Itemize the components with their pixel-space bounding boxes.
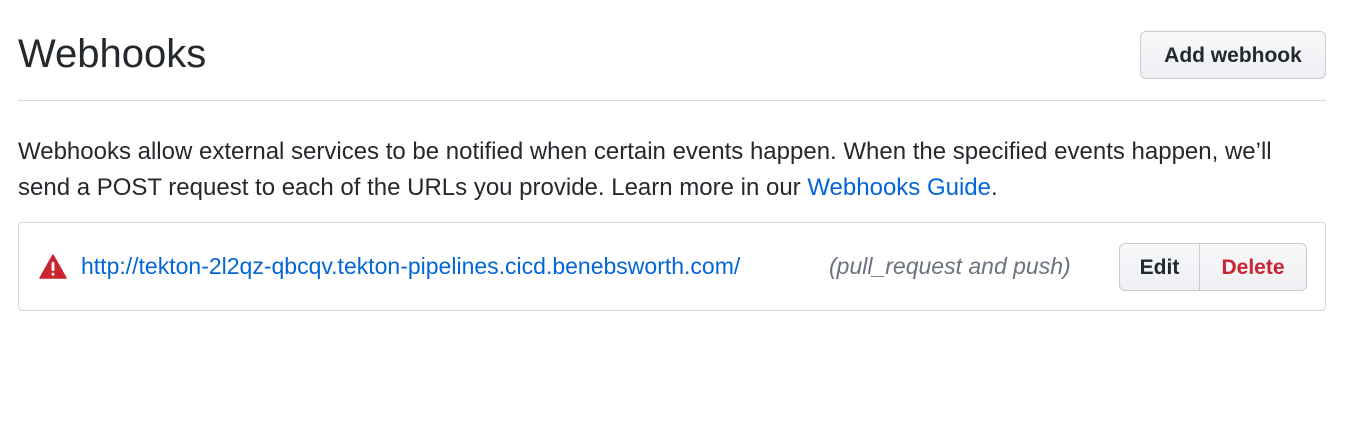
page-header: Webhooks Add webhook [18, 0, 1326, 101]
webhooks-page: Webhooks Add webhook Webhooks allow exte… [0, 0, 1356, 434]
webhook-events: (pull_request and push) [829, 253, 1071, 279]
webhook-list-item: http://tekton-2l2qz-qbcqv.tekton-pipelin… [18, 222, 1326, 311]
description-text: Webhooks allow external services to be n… [18, 138, 1272, 201]
edit-webhook-button[interactable]: Edit [1119, 243, 1200, 291]
add-webhook-button[interactable]: Add webhook [1140, 31, 1326, 79]
delete-webhook-button[interactable]: Delete [1200, 243, 1307, 291]
webhook-actions: Edit Delete [1119, 243, 1307, 291]
alert-icon [39, 254, 67, 279]
description-trailing: . [991, 174, 998, 201]
page-title: Webhooks [18, 32, 207, 76]
webhook-url-link[interactable]: http://tekton-2l2qz-qbcqv.tekton-pipelin… [81, 249, 740, 283]
webhooks-description: Webhooks allow external services to be n… [18, 134, 1318, 206]
webhooks-guide-link[interactable]: Webhooks Guide [807, 174, 991, 201]
